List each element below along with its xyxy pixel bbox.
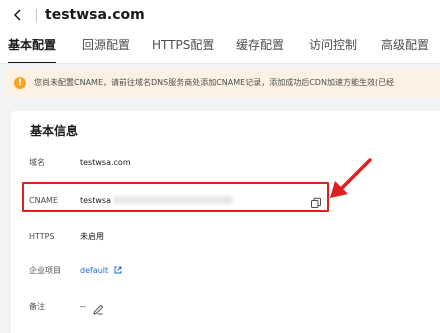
https-label: HTTPS (29, 232, 55, 241)
title-divider (36, 9, 37, 22)
enterprise-project-link[interactable]: default (80, 266, 108, 275)
tab-cache-config[interactable]: 缓存配置 (236, 34, 284, 64)
top-header: testwsa.com 基本配置 回源配置 HTTPS配置 缓存配置 访问控制 … (0, 0, 440, 64)
warning-icon: ! (14, 77, 26, 89)
remark-label: 备注 (29, 302, 45, 311)
alert-text: 您尚未配置CNAME，请前往域名DNS服务商处添加CNAME记录，添加成功后CD… (34, 78, 395, 87)
tab-basic-config[interactable]: 基本配置 (8, 34, 57, 64)
cname-label: CNAME (29, 196, 58, 205)
enterprise-project-label: 企业项目 (29, 266, 61, 275)
tab-origin-config[interactable]: 回源配置 (82, 34, 130, 64)
domain-label: 域名 (29, 158, 45, 167)
section-title: 基本信息 (30, 124, 79, 138)
basic-info-card: 基本信息 域名 testwsa.com CNAME testwsa HTTPS … (11, 111, 440, 333)
enterprise-project-value: default (80, 265, 122, 277)
edit-remark-button[interactable] (92, 301, 104, 315)
external-link-icon[interactable] (114, 266, 122, 274)
remark-value: -- (80, 302, 86, 311)
tab-access-control[interactable]: 访问控制 (309, 34, 357, 64)
tab-advanced-config[interactable]: 高级配置 (381, 34, 429, 64)
copy-button[interactable] (310, 194, 322, 208)
page-title: testwsa.com (45, 7, 145, 23)
chevron-left-icon (13, 9, 21, 21)
pencil-icon (93, 305, 103, 315)
back-button[interactable] (10, 7, 26, 23)
cname-value: testwsa (80, 195, 233, 207)
copy-icon (311, 197, 321, 208)
tab-https-config[interactable]: HTTPS配置 (152, 34, 214, 64)
cname-value-text: testwsa (80, 196, 111, 205)
domain-value: testwsa.com (80, 158, 131, 167)
https-value: 未启用 (80, 232, 104, 241)
cname-warning-alert: ! 您尚未配置CNAME，请前往域名DNS服务商处添加CNAME记录，添加成功后… (5, 69, 440, 97)
redacted-cname (112, 196, 233, 204)
tab-divider (0, 63, 440, 64)
tab-bar: 基本配置 回源配置 HTTPS配置 缓存配置 访问控制 高级配置 (0, 34, 440, 64)
